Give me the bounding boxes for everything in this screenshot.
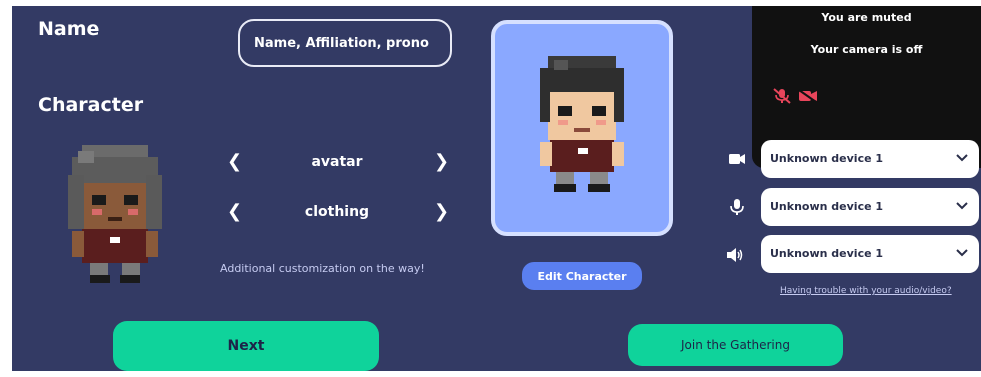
speaker-icon — [727, 248, 743, 262]
chevron-down-icon — [956, 202, 968, 210]
chevron-right-icon[interactable]: ❯ — [434, 151, 449, 172]
edit-character-button[interactable]: Edit Character — [522, 262, 642, 290]
character-sprite — [68, 145, 162, 283]
camera-icon — [729, 154, 745, 164]
setup-panel: Name Character ❮ avatar ❯ ❮ clothing ❯ A… — [12, 6, 981, 371]
mic-off-icon[interactable] — [772, 88, 792, 104]
preview-sprite — [540, 56, 624, 192]
character-label: Character — [38, 94, 144, 116]
chevron-down-icon — [956, 249, 968, 257]
next-button[interactable]: Next — [113, 321, 379, 371]
customization-note: Additional customization on the way! — [220, 262, 425, 275]
name-label: Name — [38, 18, 100, 40]
chevron-left-icon[interactable]: ❮ — [227, 201, 242, 222]
microphone-device-value: Unknown device 1 — [770, 200, 884, 213]
join-gathering-button[interactable]: Join the Gathering — [628, 324, 843, 366]
av-trouble-link[interactable]: Having trouble with your audio/video? — [780, 286, 952, 296]
chevron-right-icon[interactable]: ❯ — [434, 201, 449, 222]
camera-status: Your camera is off — [810, 43, 923, 56]
camera-off-icon[interactable] — [798, 89, 818, 103]
chevron-left-icon[interactable]: ❮ — [227, 151, 242, 172]
clothing-selector-label: clothing — [304, 204, 370, 220]
speaker-device-value: Unknown device 1 — [770, 247, 884, 260]
microphone-icon — [730, 199, 744, 215]
microphone-device-select[interactable]: Unknown device 1 — [761, 188, 979, 226]
muted-status: You are muted — [821, 11, 912, 24]
chevron-down-icon — [956, 154, 968, 162]
camera-device-value: Unknown device 1 — [770, 152, 884, 165]
name-input[interactable] — [238, 19, 452, 67]
avatar-selector-label: avatar — [311, 154, 363, 170]
camera-device-select[interactable]: Unknown device 1 — [761, 140, 979, 178]
speaker-device-select[interactable]: Unknown device 1 — [761, 235, 979, 273]
character-preview — [491, 20, 673, 236]
